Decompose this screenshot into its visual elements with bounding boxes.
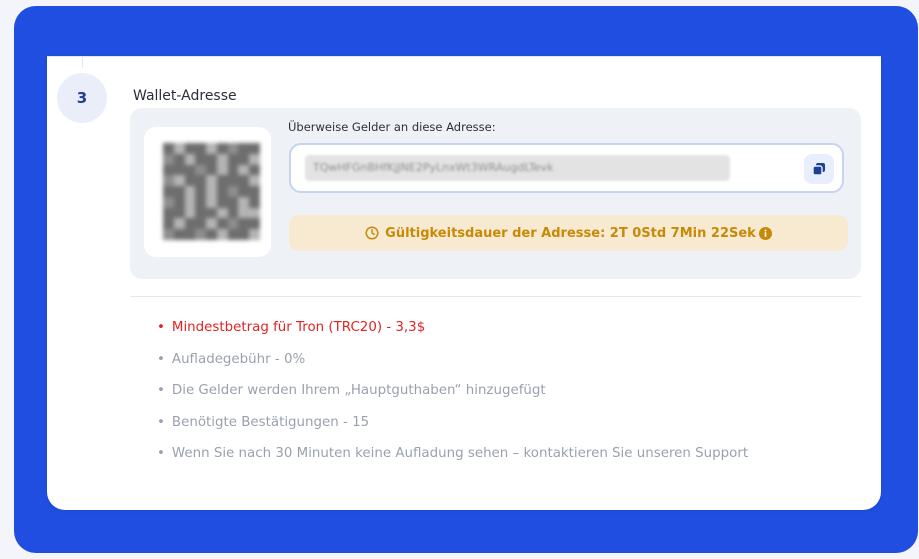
info-list-text: Wenn Sie nach 30 Minuten keine Aufladung… [171,446,749,461]
qr-code-image [163,143,260,240]
info-list-item: • Mindestbetrag für Tron (TRC20) - 3,3$ [157,318,748,350]
deposit-card: 3 Wallet-Adresse Überweise Gelder an die… [47,56,881,510]
info-list-text: Benötigte Bestätigungen - 15 [171,414,370,430]
bullet-icon: • [157,446,165,461]
bullet-icon: • [157,383,165,398]
info-icon[interactable] [758,226,772,240]
section-title: Wallet-Adresse [133,88,237,104]
bullet-icon: • [157,351,165,367]
card-top-border [47,56,881,57]
section-divider [130,296,861,297]
wallet-address-panel: Überweise Gelder an diese Adresse: TQwHF… [130,108,861,279]
info-list-item: • Aufladegebühr - 0% [157,350,748,382]
info-list-text: Aufladegebühr - 0% [171,351,306,367]
info-list-item: • Die Gelder werden Ihrem „Hauptguthaben“… [157,381,748,413]
validity-text: Gültigkeitsdauer der Adresse: 2T 0Std 7M… [385,225,756,241]
clock-icon [365,226,379,240]
address-value[interactable]: TQwHFGnBHfKjJNE2PyLnxWt3WRAugdLTevk [305,155,730,181]
info-list-item: • Wenn Sie nach 30 Minuten keine Aufladun… [157,444,748,476]
info-list-text: Die Gelder werden Ihrem „Hauptguthaben“ … [171,383,546,398]
copy-icon [812,163,825,176]
bullet-icon: • [157,320,165,335]
qr-code-card [144,127,271,257]
address-field[interactable]: TQwHFGnBHfKjJNE2PyLnxWt3WRAugdLTevk [289,143,844,193]
validity-banner: Gültigkeitsdauer der Adresse: 2T 0Std 7M… [289,215,848,251]
info-list-item: • Benötigte Bestätigungen - 15 [157,413,748,445]
info-list-text: Mindestbetrag für Tron (TRC20) - 3,3$ [171,320,426,335]
step-number-badge: 3 [57,73,107,123]
copy-address-button[interactable] [804,154,834,184]
bullet-icon: • [157,414,165,430]
deposit-info-list: • Mindestbetrag für Tron (TRC20) - 3,3$ • A… [157,318,748,476]
step-connector [82,56,83,68]
address-label: Überweise Gelder an diese Adresse: [288,120,496,134]
